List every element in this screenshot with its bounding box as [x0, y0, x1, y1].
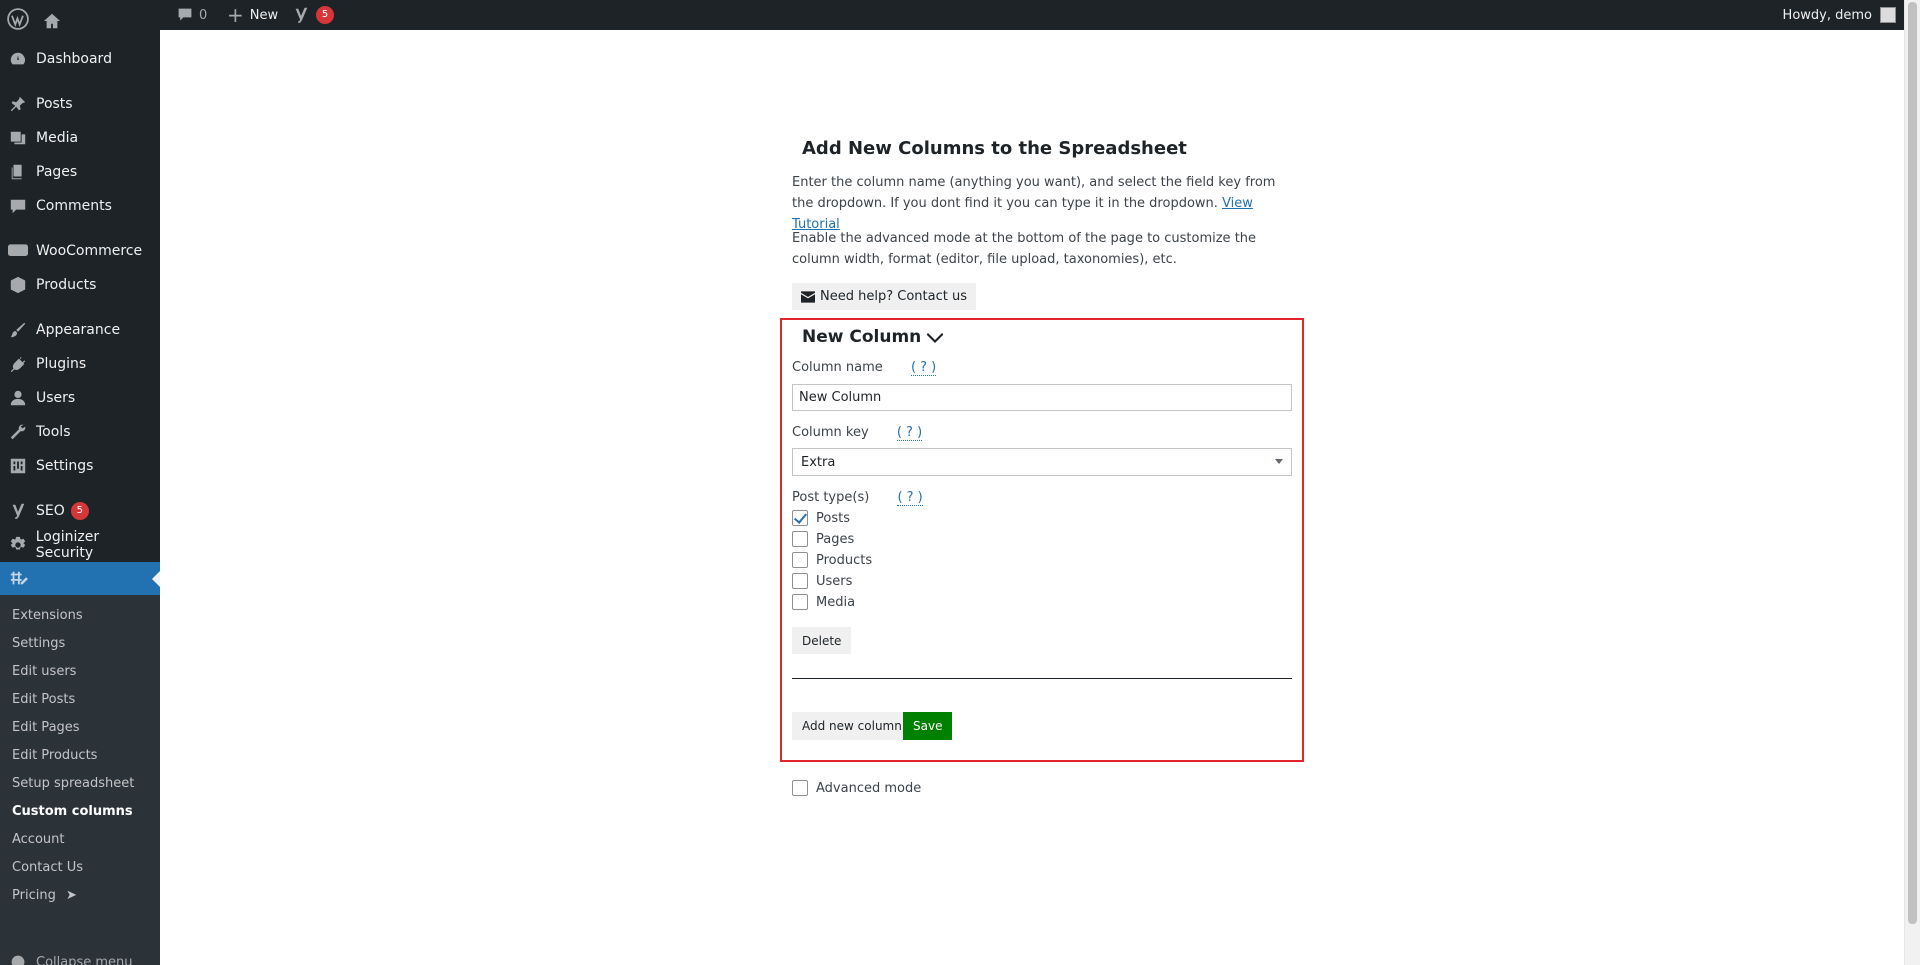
brush-icon	[0, 321, 36, 339]
post-type-pages[interactable]: Pages	[792, 530, 854, 548]
post-type-pages-checkbox[interactable]	[792, 531, 808, 547]
advanced-mode-note: Enable the advanced mode at the bottom o…	[792, 231, 1257, 267]
column-key-value: Extra	[801, 454, 836, 470]
settings-icon	[0, 457, 36, 475]
post-type-posts[interactable]: Posts	[792, 509, 850, 527]
yoast-icon	[0, 502, 36, 520]
gear-icon	[0, 536, 36, 554]
submenu-pricing[interactable]: Pricing ➤	[12, 888, 77, 908]
column-name-input[interactable]	[792, 384, 1292, 411]
send-arrow-icon: ➤	[65, 888, 77, 903]
post-type-posts-checkbox[interactable]	[792, 510, 808, 526]
post-types-help-link[interactable]: ( ? )	[897, 490, 923, 506]
comments-count: 0	[199, 7, 208, 23]
comment-icon	[178, 8, 192, 21]
post-type-users[interactable]: Users	[792, 572, 852, 590]
sidebar-item-users[interactable]: Users	[0, 381, 160, 415]
submenu-edit-pages[interactable]: Edit Pages	[12, 720, 80, 740]
chevron-down-icon	[927, 333, 944, 343]
submenu-custom-columns[interactable]: Custom columns	[12, 804, 133, 824]
admin-bar: 0 + New 5 Howdy, demo	[0, 0, 1904, 30]
avatar	[1880, 7, 1896, 23]
yoast-link[interactable]: 5	[292, 0, 334, 30]
collapse-menu-label: Collapse menu	[36, 954, 133, 965]
new-content-link[interactable]: + New	[227, 0, 278, 30]
plug-icon	[0, 355, 36, 373]
advanced-mode-toggle[interactable]: Advanced mode	[792, 780, 921, 796]
submenu-edit-users[interactable]: Edit users	[12, 664, 76, 684]
submenu-setup-spreadsheet[interactable]: Setup spreadsheet	[12, 776, 134, 796]
column-key-label: Column key ( ? )	[792, 425, 923, 441]
sidebar-item-woocommerce[interactable]: WooCommerce	[0, 234, 160, 268]
submenu-pricing-label: Pricing	[12, 888, 56, 903]
envelope-icon	[801, 290, 815, 303]
sidebar-item-seo[interactable]: SEO 5	[0, 494, 160, 528]
plugin-submenu: Extensions Settings Edit users Edit Post…	[0, 595, 160, 965]
divider	[792, 678, 1292, 679]
seo-badge: 5	[70, 502, 89, 520]
collapse-menu-button[interactable]: Collapse menu	[0, 952, 160, 965]
sidebar-item-media[interactable]: Media	[0, 121, 160, 155]
column-name-label: Column name ( ? )	[792, 360, 937, 376]
post-type-products[interactable]: Products	[792, 551, 872, 569]
sidebar-item-spreadsheet-plugin[interactable]	[0, 562, 160, 596]
sidebar-item-plugins[interactable]: Plugins	[0, 347, 160, 381]
scrollbar-thumb[interactable]	[1908, 2, 1917, 924]
column-heading[interactable]: New Column	[802, 327, 944, 347]
column-key-select[interactable]: Extra	[792, 448, 1292, 476]
yoast-icon	[295, 7, 308, 24]
submenu-extensions[interactable]: Extensions	[12, 608, 83, 628]
post-type-media[interactable]: Media	[792, 593, 855, 611]
dropdown-arrow-icon	[1275, 459, 1283, 464]
sidebar-item-posts[interactable]: Posts	[0, 87, 160, 121]
sidebar-item-appearance[interactable]: Appearance	[0, 313, 160, 347]
column-card: New Column Column name ( ? ) Column key …	[780, 318, 1304, 762]
sidebar-item-loginizer[interactable]: Loginizer Security	[0, 528, 160, 562]
post-type-media-checkbox[interactable]	[792, 594, 808, 610]
page-scrollbar[interactable]	[1904, 0, 1920, 965]
add-new-column-button[interactable]: Add new column	[792, 712, 912, 740]
wrench-icon	[0, 423, 36, 441]
grid-pencil-icon	[0, 570, 36, 588]
submenu-contact-us[interactable]: Contact Us	[12, 860, 83, 880]
submenu-settings[interactable]: Settings	[12, 636, 65, 656]
howdy-text: Howdy, demo	[1782, 7, 1872, 23]
sidebar-item-pages[interactable]: Pages	[0, 155, 160, 189]
pin-icon	[0, 95, 36, 113]
user-icon	[0, 389, 36, 407]
box-icon	[0, 276, 36, 294]
pages-icon	[0, 163, 36, 181]
main-content: Add New Columns to the Spreadsheet Enter…	[160, 30, 1904, 965]
sidebar-item-settings[interactable]: Settings	[0, 449, 160, 483]
post-types-label: Post type(s) ( ? )	[792, 490, 923, 506]
post-type-products-checkbox[interactable]	[792, 552, 808, 568]
sidebar-item-products[interactable]: Products	[0, 268, 160, 302]
user-account-menu[interactable]: Howdy, demo	[1783, 0, 1896, 30]
column-name-help-link[interactable]: ( ? )	[910, 360, 937, 376]
submenu-edit-products[interactable]: Edit Products	[12, 748, 97, 768]
yoast-badge: 5	[316, 6, 334, 24]
collapse-arrow-icon	[0, 954, 36, 965]
dashboard-icon	[0, 50, 36, 68]
sidebar-item-dashboard[interactable]: Dashboard	[0, 42, 160, 76]
column-key-help-link[interactable]: ( ? )	[896, 425, 923, 441]
sidebar-item-comments[interactable]: Comments	[0, 189, 160, 223]
sidebar-item-tools[interactable]: Tools	[0, 415, 160, 449]
intro-text: Enter the column name (anything you want…	[792, 175, 1276, 232]
save-button[interactable]: Save	[903, 712, 953, 740]
comment-icon	[0, 197, 36, 215]
post-type-users-checkbox[interactable]	[792, 573, 808, 589]
new-label: New	[249, 7, 279, 23]
woo-icon	[0, 243, 36, 259]
advanced-mode-checkbox[interactable]	[792, 780, 808, 796]
comments-link[interactable]: 0	[177, 0, 207, 30]
submenu-account[interactable]: Account	[12, 832, 65, 852]
page-title: Add New Columns to the Spreadsheet	[802, 138, 1187, 159]
contact-us-button[interactable]: Need help? Contact us	[792, 283, 976, 310]
admin-sidebar: Dashboard Posts Media Pages Comments Woo…	[0, 30, 160, 965]
delete-column-button[interactable]: Delete	[792, 627, 852, 654]
plus-icon: +	[227, 3, 244, 27]
media-icon	[0, 129, 36, 147]
submenu-edit-posts[interactable]: Edit Posts	[12, 692, 75, 712]
